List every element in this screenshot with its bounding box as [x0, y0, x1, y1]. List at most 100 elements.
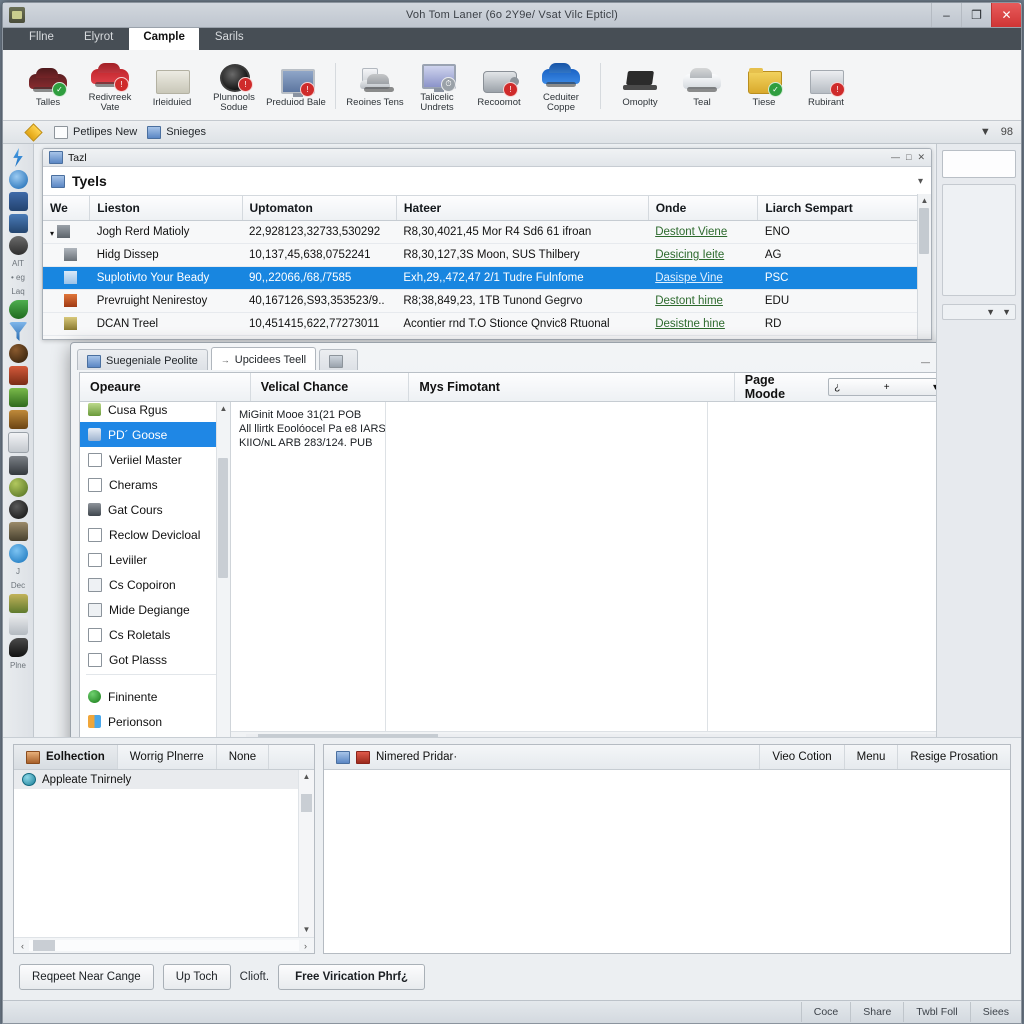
- ribbon-item-irleiduied[interactable]: Irleiduied: [141, 64, 203, 109]
- tree-item-cs-copoiron[interactable]: Cs Copoiron: [80, 572, 230, 597]
- dialog-column-opeaure[interactable]: Opeaure: [80, 373, 251, 401]
- column-header-we[interactable]: We: [43, 196, 91, 221]
- ribbon-item-preduiod-bale[interactable]: ! Preduiod Bale: [265, 64, 327, 109]
- detail-horizontal-scrollbar[interactable]: ‹ ›: [231, 731, 936, 737]
- table-row[interactable]: Prevruight Nenirestoy 40,167126,S93,3535…: [43, 289, 931, 313]
- cell-onde-link[interactable]: Desicing Ieite: [655, 249, 724, 261]
- leaf-icon[interactable]: [8, 300, 28, 319]
- chevron-double-down-icon[interactable]: ▼: [1002, 307, 1011, 317]
- scroll-left-icon[interactable]: ‹: [16, 941, 29, 951]
- reqpeet-near-cange-button[interactable]: Reqpeet Near Cange: [19, 964, 154, 990]
- status-cell-share[interactable]: Share: [850, 1002, 903, 1022]
- link-icon[interactable]: [8, 236, 28, 255]
- up-toch-button[interactable]: Up Toch: [162, 964, 231, 990]
- ribbon-item-rubirant[interactable]: ! Rubirant: [795, 64, 857, 109]
- ribbon-item-recoomot[interactable]: ! Recoomot: [468, 64, 530, 109]
- world-icon[interactable]: [8, 478, 28, 497]
- records-minimize-button[interactable]: —: [891, 152, 900, 163]
- status-cell-siees[interactable]: Siees: [969, 1002, 1021, 1022]
- tree-item-pd-goose[interactable]: PD´ Goose: [80, 422, 230, 447]
- checkbox-icon[interactable]: [88, 577, 102, 592]
- tree-item-perionson[interactable]: Perionson: [80, 709, 230, 734]
- scroll-track[interactable]: [246, 734, 936, 737]
- tree-item-cs-roletals[interactable]: Cs Roletals: [80, 622, 230, 647]
- cell-onde-link[interactable]: Desistne hine: [655, 318, 725, 330]
- chevron-down-icon[interactable]: ▼: [986, 307, 995, 317]
- right-dock-input[interactable]: [942, 150, 1016, 178]
- cloud-icon[interactable]: [8, 544, 28, 563]
- dialog-minimize-button[interactable]: —: [921, 357, 930, 368]
- plant-icon[interactable]: [8, 388, 28, 407]
- scroll-thumb[interactable]: [301, 794, 312, 812]
- collection-tab-eolhection[interactable]: Eolhection: [14, 745, 118, 769]
- dialog-tab-suegeniale[interactable]: Suegeniale Peolite: [77, 349, 208, 370]
- pridar-tab-resige-prosation[interactable]: Resige Prosation: [898, 745, 1010, 769]
- tools-icon[interactable]: [8, 366, 28, 385]
- dialog-tab-pbs[interactable]: [319, 349, 359, 370]
- ribbon-item-ceduiter-coppe[interactable]: Ceduiter Coppe: [530, 59, 592, 114]
- menu-tab-2[interactable]: Cample: [129, 27, 199, 50]
- pridar-tab-vieo-cotion[interactable]: Vieo Cotion: [760, 745, 845, 769]
- scroll-left-icon[interactable]: ‹: [233, 735, 246, 737]
- column-header-uptomaton[interactable]: Uptomaton: [242, 196, 397, 221]
- tree-item-cherams[interactable]: Cherams: [80, 472, 230, 497]
- dialog-tab-upcidees[interactable]: → Upcidees Teell: [210, 347, 317, 370]
- tree-vertical-scrollbar[interactable]: ▲ ▼: [216, 402, 230, 737]
- right-dock-arrows[interactable]: ▼ ▼: [942, 304, 1016, 320]
- refresh-icon[interactable]: [8, 170, 28, 189]
- status-cell-twbl-foll[interactable]: Twbl Foll: [903, 1002, 969, 1022]
- menu-tab-1[interactable]: Elyrot: [70, 27, 127, 50]
- ribbon-item-teal[interactable]: Teal: [671, 64, 733, 109]
- scroll-thumb[interactable]: [33, 940, 55, 951]
- column-header-lieston[interactable]: Lieston: [89, 196, 243, 221]
- list-item[interactable]: Appleate Tnirnely: [14, 770, 314, 789]
- pridar-tab-nimered[interactable]: Nimered Pridar·: [324, 745, 761, 769]
- tree-item-dietqgive[interactable]: Dietqgive: [80, 734, 230, 737]
- checkbox-icon[interactable]: [88, 477, 102, 492]
- horn-icon[interactable]: [8, 638, 28, 657]
- tree-item-fininente[interactable]: Fininente: [80, 684, 230, 709]
- records-header-chevron-icon[interactable]: ▾: [918, 176, 923, 187]
- printer-icon[interactable]: [8, 522, 28, 541]
- cell-onde-link[interactable]: Dasispe Vine: [655, 272, 723, 284]
- scroll-down-icon[interactable]: ▼: [217, 735, 230, 737]
- chevron-down-icon[interactable]: ▾: [933, 382, 936, 393]
- pen-icon[interactable]: [8, 616, 28, 635]
- column-header-sempart[interactable]: Liarch Sempart: [757, 196, 931, 221]
- cell-onde-link[interactable]: Destont hime: [655, 295, 723, 307]
- table-row[interactable]: DCAN Treel 10,451415,622,77273011 Aconti…: [43, 312, 931, 336]
- breadcrumb-item-1[interactable]: Snieges: [147, 125, 206, 139]
- checkbox-icon[interactable]: [88, 602, 102, 617]
- table-row[interactable]: ▾ Jogh Rerd Matioly 22,928123,32733,5302…: [43, 220, 931, 244]
- image-icon[interactable]: [8, 594, 28, 613]
- checkbox-icon[interactable]: [88, 652, 102, 667]
- tree-item-leviiler[interactable]: Leviiler: [80, 547, 230, 572]
- pridar-tab-menu[interactable]: Menu: [845, 745, 899, 769]
- ribbon-item-reoines-tens[interactable]: Reoines Tens: [344, 64, 406, 109]
- page-mode-combo[interactable]: ¿ + ▾: [828, 378, 936, 396]
- collection-horizontal-scrollbar[interactable]: ‹ ›: [14, 937, 314, 953]
- menu-tab-3[interactable]: Sarils: [201, 27, 258, 50]
- scroll-thumb[interactable]: [218, 458, 228, 578]
- checkbox-icon[interactable]: [88, 627, 102, 642]
- tree-item-veriiel-master[interactable]: Veriiel Master: [80, 447, 230, 472]
- scroll-up-icon[interactable]: ▲: [217, 402, 230, 415]
- records-maximize-button[interactable]: □: [906, 152, 911, 163]
- scroll-track[interactable]: [29, 940, 299, 951]
- scroll-up-icon[interactable]: ▲: [918, 194, 931, 207]
- table-row[interactable]: Suplotivto Your Beady 90,,22066,/68,/758…: [43, 266, 931, 290]
- scroll-right-icon[interactable]: ›: [299, 941, 312, 951]
- scroll-down-icon[interactable]: ▼: [299, 923, 314, 937]
- ribbon-item-talles[interactable]: ✓ Talles: [17, 64, 79, 109]
- tree-item-gat-cours[interactable]: Gat Cours: [80, 497, 230, 522]
- tree-item-reclow-devicloal[interactable]: Reclow Devicloal: [80, 522, 230, 547]
- ribbon-item-omoplty[interactable]: Omoplty: [609, 64, 671, 109]
- collection-tab-worrig-plnerre[interactable]: Worrig Plnerre: [118, 745, 217, 769]
- breadcrumb-item-0[interactable]: Petlipes New: [54, 125, 137, 139]
- chart-icon[interactable]: [8, 410, 28, 429]
- records-vertical-scrollbar[interactable]: ▲: [917, 194, 931, 339]
- collection-tab-none[interactable]: None: [217, 745, 270, 769]
- checkbox-icon[interactable]: [88, 452, 102, 467]
- scroll-thumb[interactable]: [258, 734, 438, 737]
- checkbox-icon[interactable]: [88, 552, 102, 567]
